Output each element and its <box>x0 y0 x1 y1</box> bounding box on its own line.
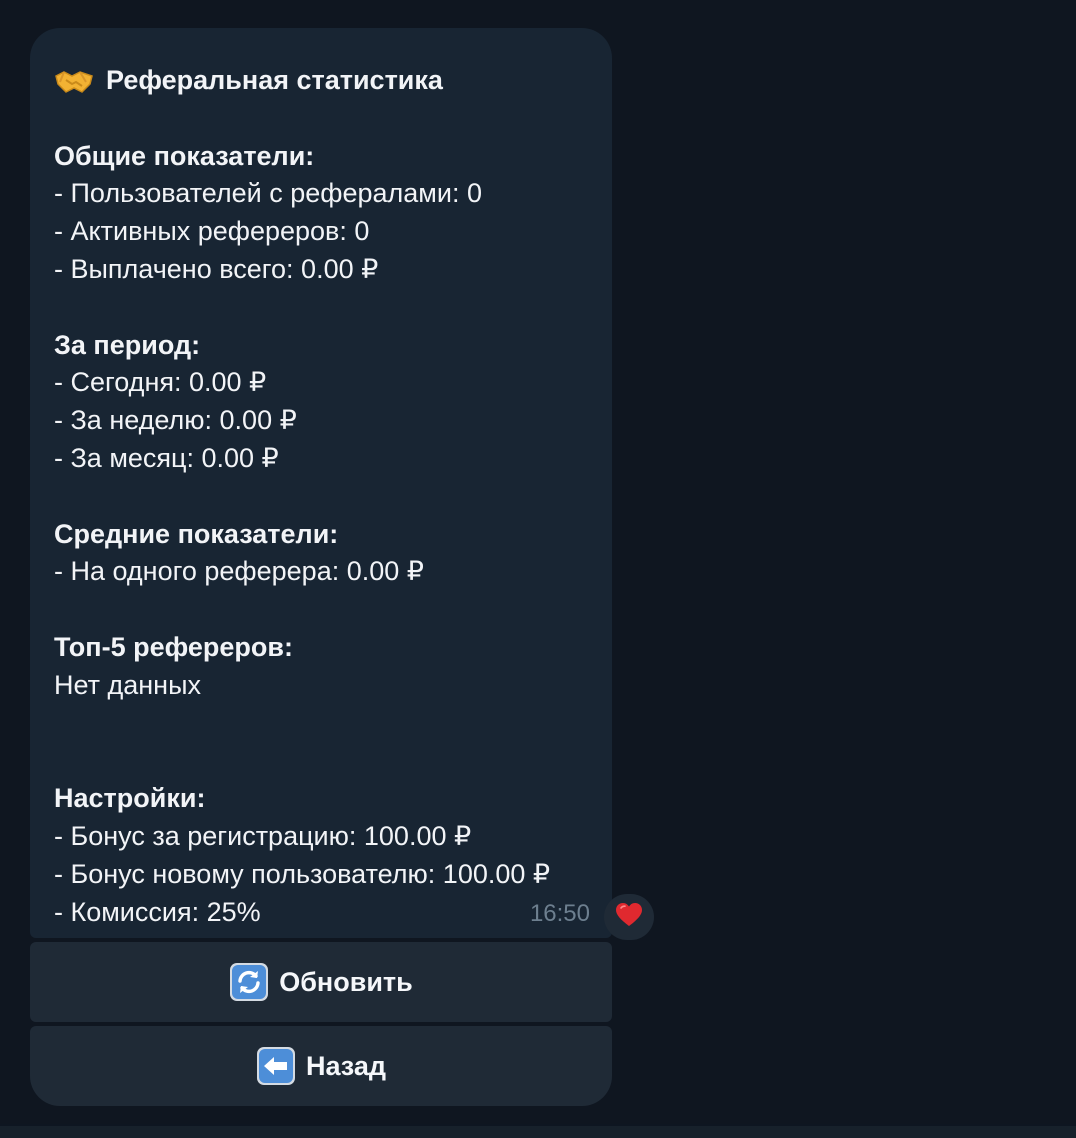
stat-line: - Выплачено всего: 0.00 ₽ <box>54 253 379 284</box>
heart-icon <box>615 902 643 933</box>
stat-line: - На одного реферера: 0.00 ₽ <box>54 556 424 587</box>
stat-line: - Активных рефереров: 0 <box>54 216 370 247</box>
back-arrow-icon <box>256 1046 296 1086</box>
message-title-row: Реферальная статистика <box>54 62 588 100</box>
handshake-icon <box>54 66 94 96</box>
stat-line: - Пользователей с рефералами: 0 <box>54 178 482 209</box>
section-heading: Настройки: <box>54 783 206 814</box>
message-title: Реферальная статистика <box>106 65 443 95</box>
stat-line: - За месяц: 0.00 ₽ <box>54 442 279 473</box>
refresh-icon <box>229 962 269 1002</box>
stat-line: - Сегодня: 0.00 ₽ <box>54 367 267 398</box>
stat-line: - За неделю: 0.00 ₽ <box>54 405 297 436</box>
refresh-button[interactable]: Обновить <box>30 942 612 1022</box>
message-bubble[interactable]: Реферальная статистика Общие показатели:… <box>30 28 612 938</box>
message-time: 16:50 <box>529 900 590 927</box>
refresh-button-label: Обновить <box>279 966 413 997</box>
stat-line: - Комиссия: 25% <box>54 896 261 927</box>
section-heading: Топ-5 рефереров: <box>54 631 293 662</box>
back-button[interactable]: Назад <box>30 1026 612 1106</box>
reaction-badge[interactable] <box>604 894 654 940</box>
stat-line: - Бонус за регистрацию: 100.00 ₽ <box>54 820 472 851</box>
section-heading: Средние показатели: <box>54 518 339 549</box>
section-heading: Общие показатели: <box>54 140 315 171</box>
section-heading: За период: <box>54 329 201 360</box>
stat-line: - Бонус новому пользователю: 100.00 ₽ <box>54 858 551 889</box>
back-button-label: Назад <box>305 1050 387 1081</box>
chat-input-bar-edge <box>0 1126 1076 1138</box>
stat-line: Нет данных <box>54 669 201 700</box>
